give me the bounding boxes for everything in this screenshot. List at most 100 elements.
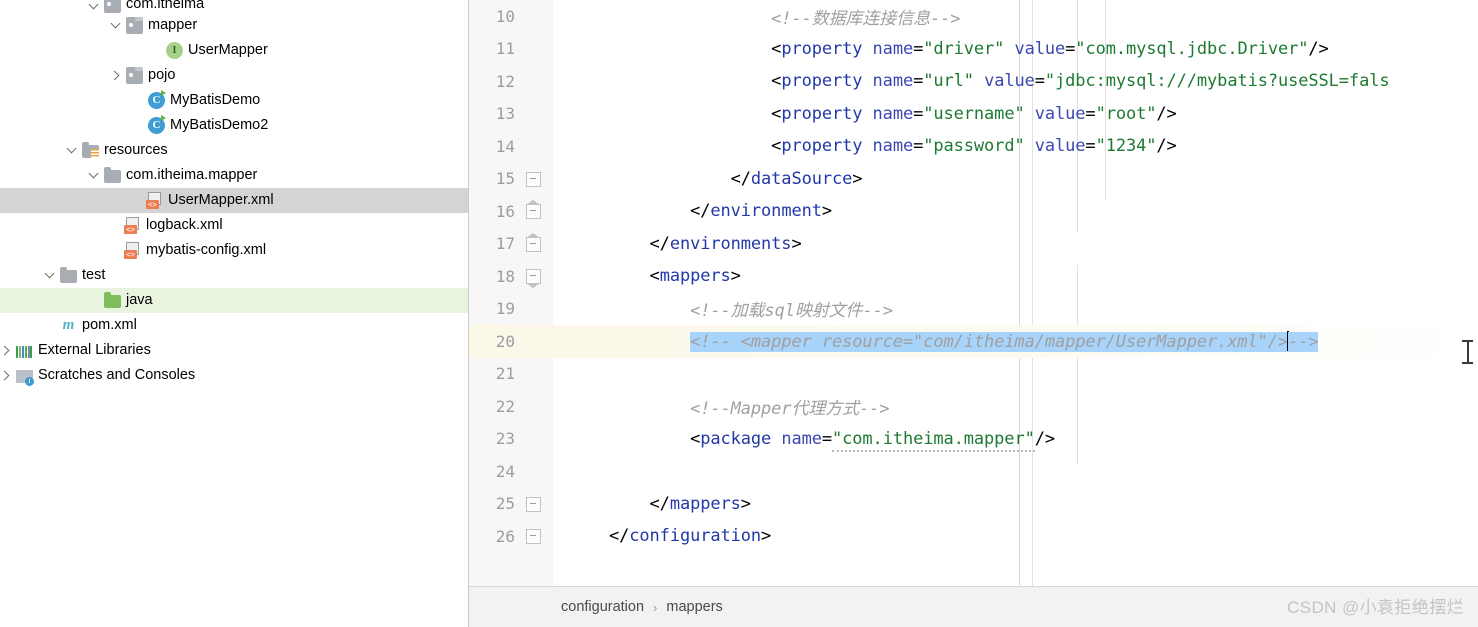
code-line-text[interactable]: <property name="username" value="root"/> [553, 104, 1478, 124]
code-line-text[interactable]: </configuration> [553, 526, 1478, 546]
code-line-text[interactable]: <property name="driver" value="com.mysql… [553, 39, 1478, 59]
chevron-right-icon[interactable] [110, 69, 123, 82]
gutter-fold-area[interactable] [515, 98, 553, 131]
chevron-down-icon[interactable] [88, 0, 101, 13]
tree-item-pom-xml[interactable]: m pom.xml [0, 313, 468, 338]
code-line-text[interactable]: <property name="url" value="jdbc:mysql:/… [553, 71, 1478, 91]
tree-item-scratches-and-consoles[interactable]: Scratches and Consoles [0, 363, 468, 388]
code-token: "1234" [1095, 136, 1157, 157]
chevron-down-icon[interactable] [66, 144, 79, 157]
code-line[interactable]: 12 <property name="url" value="jdbc:mysq… [469, 65, 1478, 98]
tree-item-label: mybatis-config.xml [146, 242, 267, 258]
tree-item-resources[interactable]: resources [0, 138, 468, 163]
tree-item-pojo[interactable]: pojo [0, 63, 468, 88]
code-line[interactable]: 15 </dataSource> [469, 163, 1478, 196]
tree-item-mybatisdemo2[interactable]: C MyBatisDemo2 [0, 113, 468, 138]
code-line-text[interactable]: <!--加载sql映射文件--> [553, 296, 1478, 321]
code-line-text[interactable]: </environments> [553, 234, 1478, 254]
gutter-fold-area[interactable] [515, 325, 553, 358]
gutter-fold-area[interactable] [515, 423, 553, 456]
code-line-text[interactable]: </dataSource> [553, 169, 1478, 189]
code-line[interactable]: 24 [469, 455, 1478, 488]
gutter-fold-area[interactable] [515, 358, 553, 391]
gutter-fold-area[interactable] [515, 390, 553, 423]
tree-item-external-libraries[interactable]: External Libraries [0, 338, 468, 363]
code-line-text[interactable]: <package name="com.itheima.mapper"/> [553, 428, 1478, 452]
tree-item-com-itheima-mapper[interactable]: com.itheima.mapper [0, 163, 468, 188]
code-line-text[interactable]: <!--Mapper代理方式--> [553, 394, 1478, 419]
code-line[interactable]: 26 </configuration> [469, 520, 1478, 553]
code-line[interactable]: 13 <property name="username" value="root… [469, 98, 1478, 131]
code-fold-icon[interactable] [526, 171, 541, 187]
tree-item-label: com.itheima.mapper [126, 167, 258, 183]
chevron-down-icon[interactable] [88, 169, 101, 182]
tree-item-com-itheima[interactable]: com.itheima [0, 0, 468, 13]
gutter-fold-area[interactable] [515, 520, 553, 553]
code-fold-icon[interactable] [526, 529, 541, 544]
tree-item-mybatis-config-xml[interactable]: mybatis-config.xml [0, 238, 468, 263]
tree-item-mybatisdemo[interactable]: C MyBatisDemo [0, 88, 468, 113]
code-fold-icon[interactable] [526, 496, 541, 512]
code-token: configuration [629, 526, 762, 547]
code-line[interactable]: 18 <mappers> [469, 260, 1478, 293]
gutter-fold-area[interactable] [515, 65, 553, 98]
tree-item-mapper[interactable]: mapper [0, 13, 468, 38]
code-line[interactable]: 25 </mappers> [469, 488, 1478, 521]
breadcrumb-item-configuration[interactable]: configuration [561, 599, 644, 615]
code-line[interactable]: 14 <property name="password" value="1234… [469, 130, 1478, 163]
code-line[interactable]: 11 <property name="driver" value="com.my… [469, 33, 1478, 66]
code-line-text[interactable]: <property name="password" value="1234"/> [553, 136, 1478, 156]
project-tree-panel[interactable]: com.itheima mapper I UserMapper pojo C MyBatis… [0, 0, 469, 627]
code-line[interactable]: 17 </environments> [469, 228, 1478, 261]
code-line-text[interactable]: <!-- <mapper resource="com/itheima/mappe… [553, 330, 1478, 352]
gutter-fold-area[interactable] [515, 293, 553, 326]
package-folder-icon [126, 67, 143, 84]
code-token: = [821, 428, 833, 449]
gutter-fold-area[interactable] [515, 0, 553, 33]
tree-item-java[interactable]: java [0, 288, 468, 313]
tree-item-logback-xml[interactable]: logback.xml [0, 213, 468, 238]
code-line[interactable]: 23 <package name="com.itheima.mapper"/> [469, 423, 1478, 456]
source-folder-icon [104, 292, 121, 308]
code-line-text[interactable]: <mappers> [553, 266, 1478, 286]
gutter-fold-area[interactable] [515, 455, 553, 488]
chevron-down-icon[interactable] [110, 19, 123, 32]
breadcrumb-item-mappers[interactable]: mappers [666, 599, 722, 615]
gutter-fold-area[interactable] [515, 228, 553, 261]
code-line-text[interactable]: </mappers> [553, 494, 1478, 514]
tree-item-label: logback.xml [146, 217, 223, 233]
maven-icon: m [62, 317, 75, 333]
xml-file-icon [124, 242, 141, 259]
code-editor-panel[interactable]: 10 <!--数据库连接信息--> 11 <property name="driv… [469, 0, 1478, 627]
code-line[interactable]: 16 </environment> [469, 195, 1478, 228]
gutter-fold-area[interactable] [515, 260, 553, 293]
code-line-text[interactable]: </environment> [553, 201, 1478, 221]
gutter-fold-area[interactable] [515, 195, 553, 228]
chevron-right-icon[interactable] [0, 344, 13, 357]
editor-scroll-area[interactable]: 10 <!--数据库连接信息--> 11 <property name="driv… [469, 0, 1478, 586]
gutter-fold-area[interactable] [515, 33, 553, 66]
code-line[interactable]: 20 <!-- <mapper resource="com/itheima/ma… [469, 325, 1478, 358]
code-line-text[interactable]: <!--数据库连接信息--> [553, 4, 1478, 29]
code-fold-icon[interactable] [525, 232, 541, 252]
code-fold-icon[interactable] [525, 269, 541, 288]
code-line[interactable]: 22 <!--Mapper代理方式--> [469, 390, 1478, 423]
gutter-fold-area[interactable] [515, 163, 553, 196]
gutter-fold-area[interactable] [515, 488, 553, 521]
code-line[interactable]: 10 <!--数据库连接信息--> [469, 0, 1478, 33]
code-line[interactable]: 19 <!--加载sql映射文件--> [469, 293, 1478, 326]
code-fold-icon[interactable] [525, 200, 541, 219]
tree-item-usermapper-xml[interactable]: UserMapper.xml [0, 188, 468, 213]
gutter-fold-area[interactable] [515, 130, 553, 163]
code-line[interactable]: 21 [469, 358, 1478, 391]
chevron-down-icon[interactable] [44, 269, 57, 282]
chevron-right-icon[interactable] [0, 369, 13, 382]
tree-item-usermapper[interactable]: I UserMapper [0, 38, 468, 63]
tree-item-test[interactable]: test [0, 263, 468, 288]
